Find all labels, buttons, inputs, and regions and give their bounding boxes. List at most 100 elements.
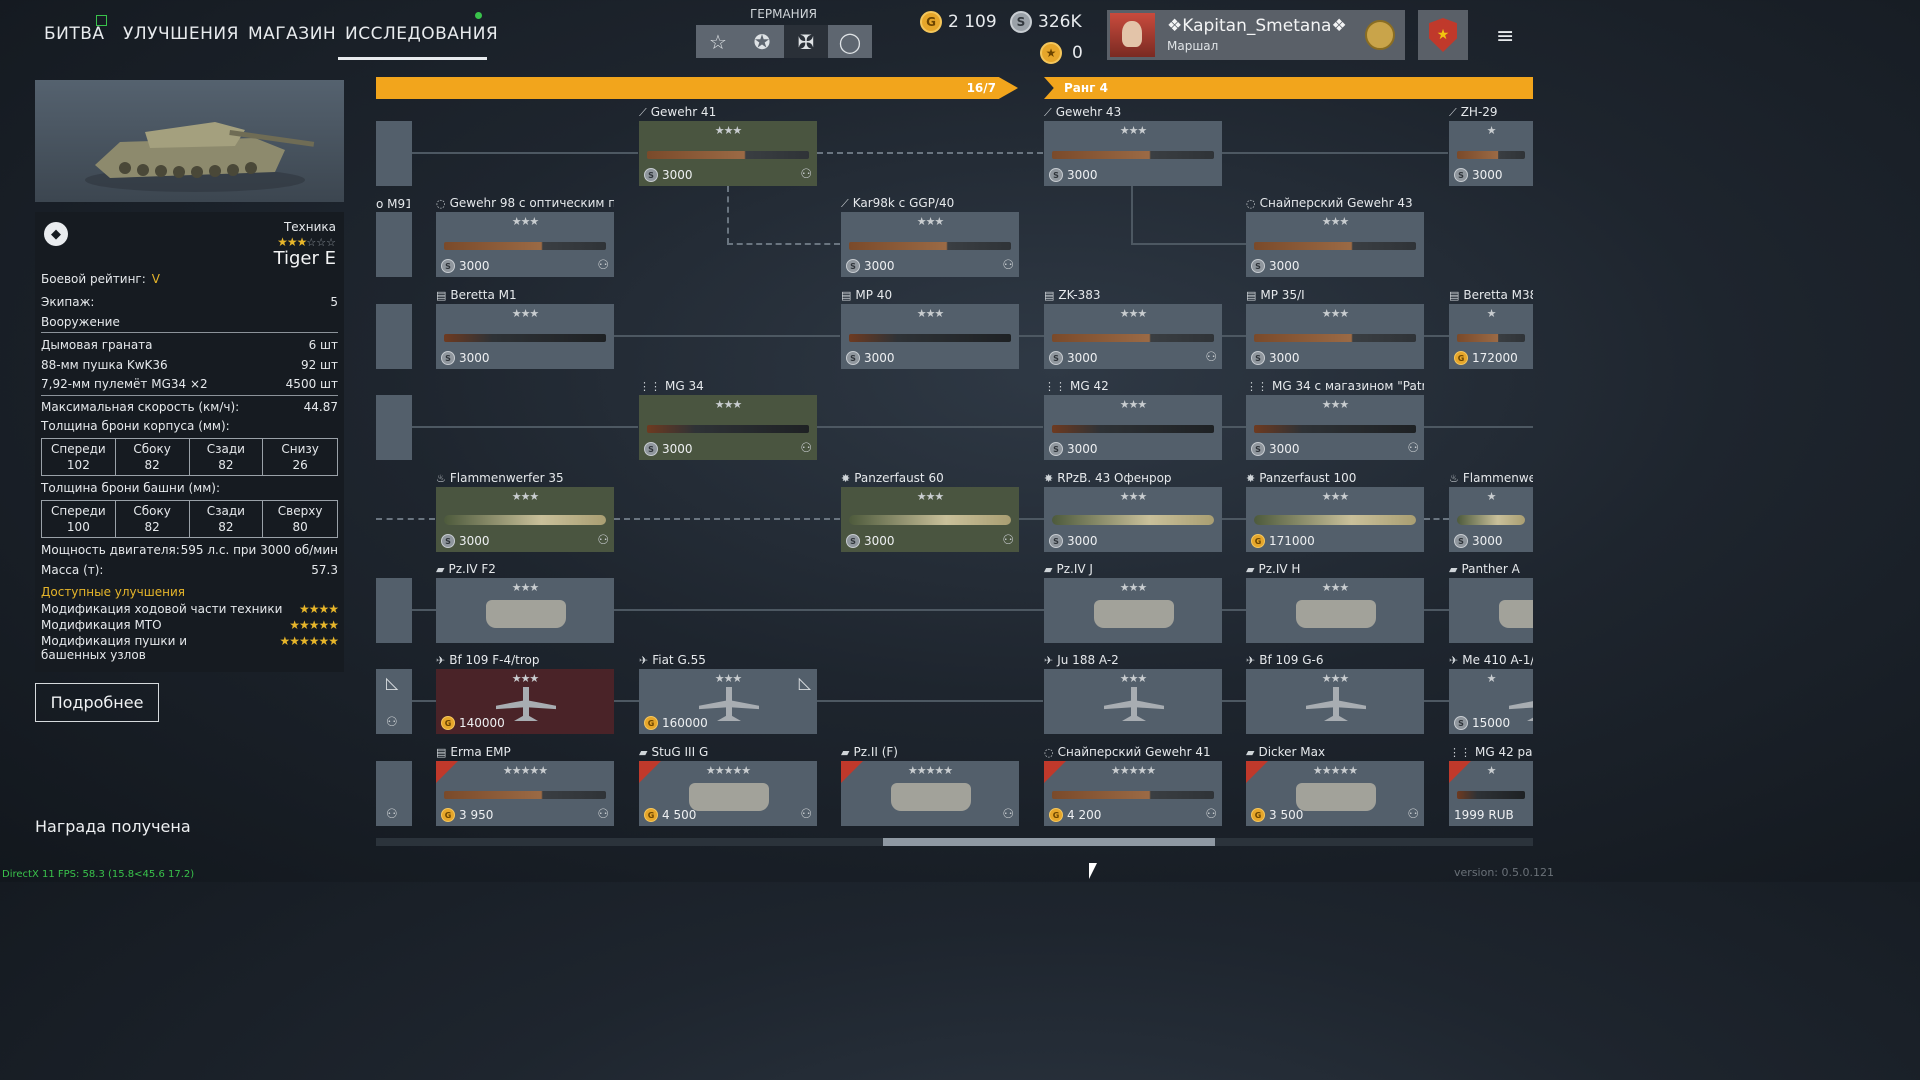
squad-icon: ⚇ <box>597 258 609 273</box>
tree-card[interactable]: ★★★ S 3000 ⚇ <box>436 212 614 277</box>
tree-connector <box>1424 609 1449 611</box>
tree-card[interactable]: ★★★ S 3000 ⚇ <box>639 121 817 186</box>
gold-balance[interactable]: G 2 109 <box>920 11 997 33</box>
tree-card[interactable]: ★★★★★ G 3 500 ⚇ <box>1246 761 1424 826</box>
tree-card[interactable]: ★★★★★ G 3 950 ⚇ <box>436 761 614 826</box>
tree-connector <box>614 518 840 520</box>
launcher-image <box>1254 515 1416 525</box>
tree-card-partial[interactable]: ⚇ <box>376 761 412 826</box>
tree-card[interactable]: ★★★★★ G 4 500 ⚇ <box>639 761 817 826</box>
tree-card[interactable]: ★★★ <box>1246 669 1424 734</box>
card-price: 1999 RUB <box>1454 808 1514 822</box>
card-title: ⋮⋮ MG 34 с магазином "Patron <box>1246 379 1424 393</box>
tree-card[interactable]: ★★★ S 3000 <box>1246 304 1424 369</box>
armament-label: Вооружение <box>41 315 120 329</box>
star-balance[interactable]: ★ 0 <box>1040 42 1083 64</box>
tree-card[interactable]: ★★★ S 3000 <box>1044 487 1222 552</box>
card-title: ▤ Erma EMP <box>436 745 614 759</box>
profile-card[interactable]: ❖Kapitan_Smetana❖ Маршал <box>1107 10 1405 60</box>
tree-card[interactable]: ★★★ <box>1246 578 1424 643</box>
tree-card[interactable]: ★★★ S 3000 ⚇ <box>1044 304 1222 369</box>
tree-card[interactable]: ★★★ S 3000 ⚇ <box>639 395 817 460</box>
tab-research[interactable]: ИССЛЕДОВАНИЯ <box>345 24 498 44</box>
tree-card[interactable]: ★ S 3000 <box>1449 121 1533 186</box>
card-price: S 3000 <box>1049 168 1098 182</box>
rank-badge-button[interactable]: ★ <box>1418 10 1468 60</box>
card-title-text: Erma EMP <box>450 745 511 759</box>
card-stars: ★★★★★ <box>1110 764 1156 777</box>
tree-card[interactable]: ★★★ G 140000 <box>436 669 614 734</box>
armament-value: 4500 шт <box>285 377 338 391</box>
tank-image <box>1296 783 1376 811</box>
gold-coin-icon: G <box>920 11 942 33</box>
tree-card[interactable] <box>1449 578 1533 643</box>
card-title-text: MG 42 ранн <box>1475 745 1533 759</box>
next-rank-bar: Ранг 4 <box>1044 77 1533 99</box>
card-title: ◌ Снайперский Gewehr 43 <box>1246 196 1424 210</box>
card-price-value: 15000 <box>1472 716 1511 730</box>
card-title: ⟋ Gewehr 43 <box>1044 105 1222 120</box>
tree-card[interactable]: ★★★ S 3000 <box>1246 212 1424 277</box>
card-stars: ★★★ <box>1119 124 1148 137</box>
tree-card[interactable]: ★★★★★ ⚇ <box>841 761 1019 826</box>
tree-card[interactable]: ★★★ S 3000 ⚇ <box>841 487 1019 552</box>
tree-card[interactable]: ★★★ G 171000 <box>1246 487 1424 552</box>
tree-card-partial[interactable] <box>376 212 412 277</box>
silver-coin-icon: S <box>441 259 455 273</box>
tree-connector <box>1222 152 1448 154</box>
nation-japan-button[interactable]: ◯ <box>828 25 872 58</box>
tab-shop[interactable]: МАГАЗИН <box>248 24 336 44</box>
scrollbar-thumb[interactable] <box>883 838 1215 846</box>
card-stars: ★★★ <box>1119 490 1148 503</box>
card-title-text: Pz.IV H <box>1258 562 1301 576</box>
tab-upgrades[interactable]: УЛУЧШЕНИЯ <box>123 24 239 44</box>
tree-card[interactable]: ★★★ S 3000 <box>841 304 1019 369</box>
tree-connector <box>614 700 639 702</box>
next-rank-text: Ранг 4 <box>1064 81 1108 95</box>
tree-card-partial[interactable] <box>376 578 412 643</box>
tree-card-partial[interactable]: ◺ ⚇ <box>376 669 412 734</box>
tank-icon: ▰ <box>841 746 850 759</box>
turret-armor-table: Спереди 100 Сбоку 82 Сзади 82 Сверху 80 <box>41 500 338 538</box>
tree-card-partial[interactable] <box>376 304 412 369</box>
star-coin-icon: ★ <box>1040 42 1062 64</box>
nation-usa-button[interactable]: ☆ <box>696 25 740 58</box>
tree-card[interactable]: ★★★ S 3000 <box>1044 395 1222 460</box>
tank-image <box>689 783 769 811</box>
divider <box>41 332 338 333</box>
card-title: ⋮⋮ MG 42 <box>1044 379 1222 393</box>
tree-card[interactable]: ★ G 172000 <box>1449 304 1533 369</box>
silver-balance[interactable]: S 326K <box>1010 11 1082 33</box>
tree-card[interactable]: ★★★ <box>436 578 614 643</box>
details-button[interactable]: Подробнее <box>35 683 159 722</box>
card-price-value: 3 950 <box>459 808 494 822</box>
card-price-value: 3000 <box>1269 351 1300 365</box>
tree-card[interactable]: ★ S 15000 <box>1449 669 1533 734</box>
tree-connector <box>817 700 1043 702</box>
tree-card-partial[interactable] <box>376 395 412 460</box>
tree-card[interactable]: ★ 1999 RUB <box>1449 761 1533 826</box>
card-stars: ★★★ <box>1321 672 1350 685</box>
tree-card[interactable]: ★★★ S 3000 ⚇ <box>1246 395 1424 460</box>
tree-card[interactable]: ★★★★★ G 4 200 ⚇ <box>1044 761 1222 826</box>
tab-battle[interactable]: БИТВА <box>44 24 105 44</box>
tree-card-partial[interactable] <box>376 121 412 186</box>
tree-card[interactable]: ★★★ S 3000 <box>1044 121 1222 186</box>
tree-card[interactable]: ★★★ ◺ G 160000 <box>639 669 817 734</box>
tree-card[interactable]: ★ S 3000 <box>1449 487 1533 552</box>
tree-card[interactable]: ★★★ S 3000 <box>436 304 614 369</box>
nation-ussr-button[interactable]: ✪ <box>740 25 784 58</box>
card-price: G 172000 <box>1454 351 1518 365</box>
tree-card[interactable]: ★★★ <box>1044 669 1222 734</box>
nation-germany-button[interactable]: ✠ <box>784 25 828 58</box>
tree-card[interactable]: ★★★ S 3000 ⚇ <box>841 212 1019 277</box>
tree-card[interactable]: ★★★ S 3000 ⚇ <box>436 487 614 552</box>
card-price: S 3000 <box>1049 534 1098 548</box>
tree-card[interactable]: ★★★ <box>1044 578 1222 643</box>
profile-rank: Маршал <box>1167 39 1219 53</box>
card-title: ◌ Снайперский Gewehr 41 <box>1044 745 1222 759</box>
card-price: G 160000 <box>644 716 708 730</box>
card-title: ✸ Panzerfaust 100 <box>1246 471 1424 485</box>
hamburger-menu-icon[interactable]: ≡ <box>1496 24 1514 49</box>
tiger-tank-image <box>85 122 315 192</box>
